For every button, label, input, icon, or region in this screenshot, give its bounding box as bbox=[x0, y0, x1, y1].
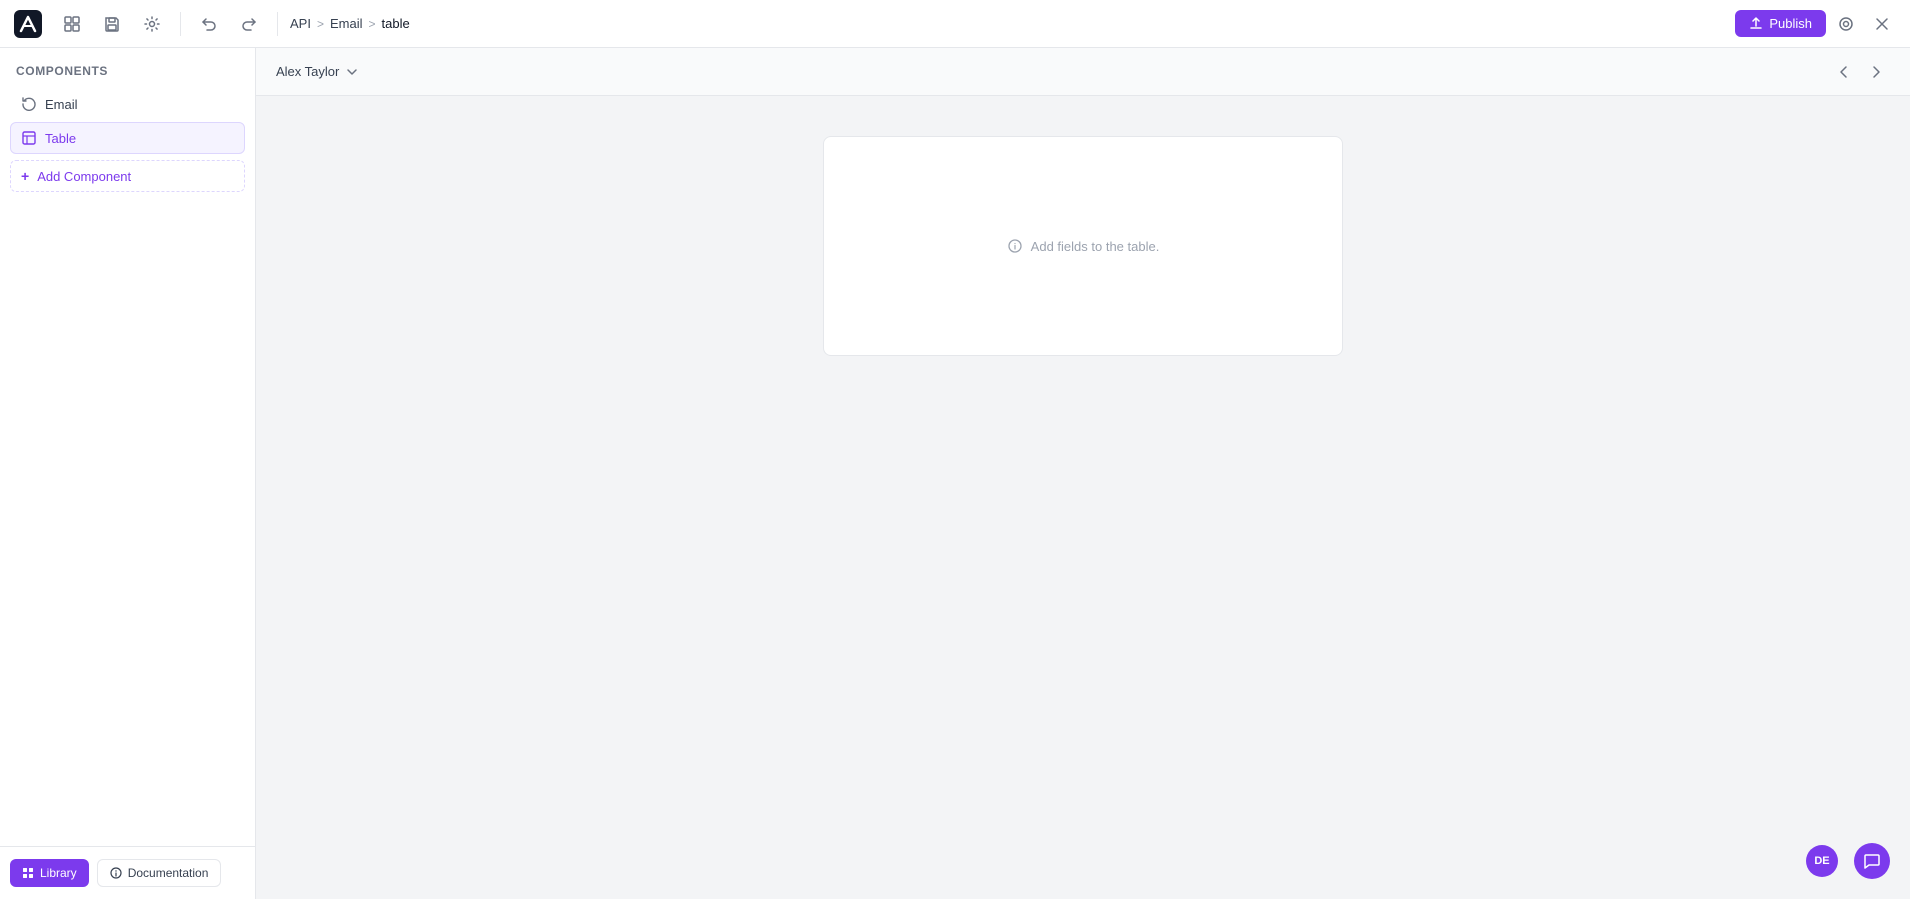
breadcrumb-email[interactable]: Email bbox=[330, 16, 363, 31]
library-label: Library bbox=[40, 866, 77, 880]
publish-label: Publish bbox=[1769, 16, 1812, 31]
breadcrumb-sep1: > bbox=[317, 17, 324, 31]
canvas-user-selector[interactable]: Alex Taylor bbox=[276, 64, 359, 79]
app-logo[interactable] bbox=[12, 8, 44, 40]
refresh-icon bbox=[21, 96, 37, 112]
preview-icon-btn[interactable] bbox=[1830, 8, 1862, 40]
table-icon bbox=[21, 130, 37, 146]
documentation-button[interactable]: Documentation bbox=[97, 859, 222, 887]
table-preview: Add fields to the table. bbox=[823, 136, 1343, 356]
canvas-user-name: Alex Taylor bbox=[276, 64, 339, 79]
canvas-next-btn[interactable] bbox=[1862, 58, 1890, 86]
breadcrumb-api[interactable]: API bbox=[290, 16, 311, 31]
breadcrumb: API > Email > table bbox=[290, 16, 410, 31]
info-circle-icon bbox=[1007, 238, 1023, 254]
dashboard-icon-btn[interactable] bbox=[56, 8, 88, 40]
add-component-button[interactable]: + Add Component bbox=[10, 160, 245, 192]
topbar-divider bbox=[180, 12, 181, 36]
canvas-content[interactable]: Add fields to the table. bbox=[256, 96, 1910, 899]
redo-icon-btn[interactable] bbox=[233, 8, 265, 40]
save-icon-btn[interactable] bbox=[96, 8, 128, 40]
components-list: Email Table + Add Component bbox=[0, 88, 255, 192]
topbar-right-icons: Publish bbox=[1735, 8, 1898, 40]
undo-icon-btn[interactable] bbox=[193, 8, 225, 40]
canvas-topbar: Alex Taylor bbox=[256, 48, 1910, 96]
sidebar-item-email[interactable]: Email bbox=[10, 88, 245, 120]
sidebar-title: Components bbox=[0, 48, 255, 88]
add-component-label: Add Component bbox=[37, 169, 131, 184]
breadcrumb-table: table bbox=[382, 16, 410, 31]
sidebar-item-table[interactable]: Table bbox=[10, 122, 245, 154]
documentation-label: Documentation bbox=[128, 866, 209, 880]
main-layout: Components Email bbox=[0, 48, 1910, 899]
bottom-right-actions: DE bbox=[1806, 843, 1890, 879]
table-empty-message: Add fields to the table. bbox=[1007, 238, 1160, 254]
sidebar: Components Email bbox=[0, 48, 256, 899]
canvas-nav bbox=[1830, 58, 1890, 86]
empty-message-text: Add fields to the table. bbox=[1031, 239, 1160, 254]
close-icon-btn[interactable] bbox=[1866, 8, 1898, 40]
add-icon: + bbox=[21, 168, 29, 184]
chat-button[interactable] bbox=[1854, 843, 1890, 879]
email-label: Email bbox=[45, 97, 78, 112]
settings-icon-btn[interactable] bbox=[136, 8, 168, 40]
publish-button[interactable]: Publish bbox=[1735, 10, 1826, 37]
library-button[interactable]: Library bbox=[10, 859, 89, 887]
table-label: Table bbox=[45, 131, 76, 146]
avatar: DE bbox=[1806, 845, 1838, 877]
canvas-prev-btn[interactable] bbox=[1830, 58, 1858, 86]
topbar-divider-2 bbox=[277, 12, 278, 36]
topbar: API > Email > table Publish bbox=[0, 0, 1910, 48]
breadcrumb-sep2: > bbox=[369, 17, 376, 31]
sidebar-footer: Library Documentation bbox=[0, 846, 255, 899]
canvas-area: Alex Taylor bbox=[256, 48, 1910, 899]
